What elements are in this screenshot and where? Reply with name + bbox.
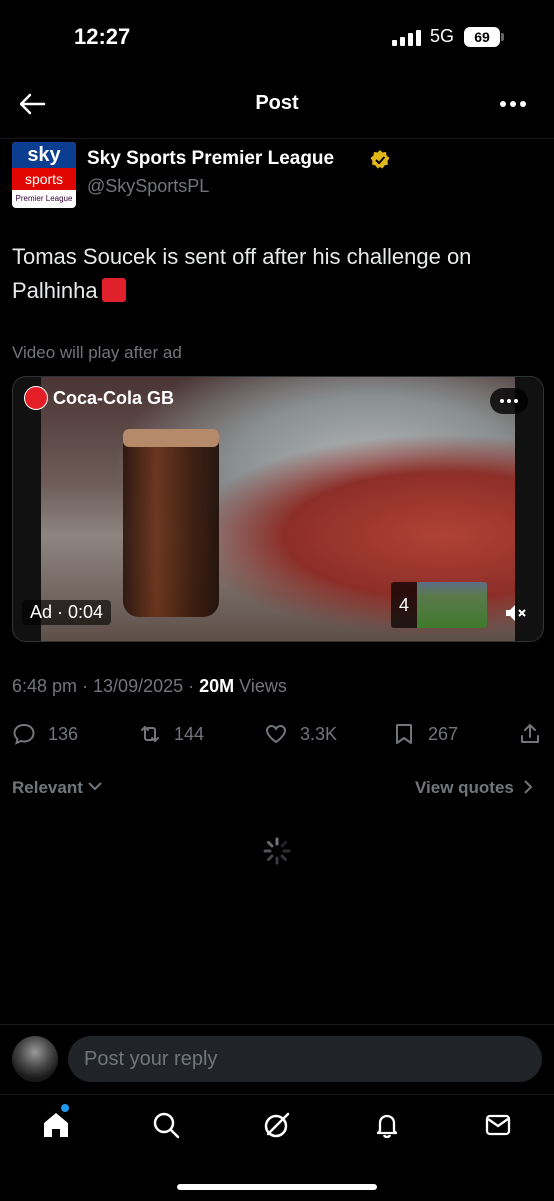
views-count: 20M [199, 676, 235, 696]
video-note: Video will play after ad [12, 343, 182, 362]
logo-league-text: Premier League [15, 194, 73, 203]
sort-relevant-button[interactable]: Relevant [12, 778, 102, 798]
author-avatar[interactable]: sky sports Premier League [12, 142, 76, 208]
next-video-thumbnail[interactable] [417, 582, 487, 628]
logo-sports-text: sports [12, 168, 76, 190]
like-button[interactable]: 3.3K [264, 718, 337, 750]
repost-count: 144 [174, 723, 205, 744]
views-label: Views [234, 676, 287, 696]
tweet-text: Tomas Soucek is sent off after his chall… [12, 240, 542, 308]
logo-sky-text: sky [12, 142, 76, 168]
battery-cap [501, 33, 504, 41]
share-icon [521, 724, 539, 743]
heart-icon [265, 724, 287, 744]
author-name[interactable]: Sky Sports Premier League [87, 148, 334, 170]
red-card-emoji-icon [101, 278, 126, 302]
home-icon[interactable] [41, 1110, 71, 1140]
next-video-count[interactable]: 4 [391, 582, 417, 628]
repost-button[interactable]: 144 [138, 718, 204, 750]
repost-icon [141, 725, 159, 743]
cola-glass-rim [123, 429, 219, 447]
tweet-text-content: Tomas Soucek is sent off after his chall… [12, 244, 472, 303]
cola-glass-image [123, 429, 219, 617]
sort-label: Relevant [12, 778, 83, 797]
reply-count: 136 [48, 723, 79, 744]
page-title: Post [255, 92, 299, 114]
like-count: 3.3K [300, 723, 338, 744]
reply-input[interactable]: Post your reply [68, 1036, 542, 1082]
search-icon[interactable] [151, 1110, 181, 1140]
video-more-icon[interactable] [490, 388, 528, 414]
notifications-icon[interactable] [372, 1110, 402, 1140]
grok-icon[interactable] [262, 1110, 292, 1140]
reply-icon [13, 723, 35, 745]
reply-button[interactable]: 136 [12, 718, 78, 750]
view-quotes-label: View quotes [415, 778, 514, 797]
chevron-right-icon [523, 780, 533, 794]
home-indicator[interactable] [177, 1184, 377, 1190]
signal-icon [392, 30, 421, 46]
sponsor-name[interactable]: Coca-Cola GB [53, 388, 174, 409]
loading-spinner-icon [263, 837, 291, 865]
network-label: 5G [430, 26, 455, 46]
bookmark-icon [396, 724, 412, 744]
sponsor-logo-icon [24, 386, 48, 410]
battery-icon: 69 [464, 27, 500, 47]
more-horizontal-icon[interactable] [498, 98, 528, 110]
action-bar: 136 144 3.3K 267 [12, 718, 542, 750]
mute-icon[interactable] [502, 600, 528, 626]
share-button[interactable] [518, 718, 542, 750]
verified-badge-icon [370, 150, 390, 169]
tweet-meta: 6:48 pm · 13/09/2025 · 20M Views [12, 676, 287, 697]
bookmark-count: 267 [428, 723, 459, 744]
bookmark-button[interactable]: 267 [392, 718, 458, 750]
status-time: 12:27 [74, 24, 131, 49]
view-quotes-link[interactable]: View quotes [415, 778, 533, 798]
user-avatar[interactable] [12, 1036, 58, 1082]
author-handle[interactable]: @SkySportsPL [87, 176, 209, 197]
home-notification-dot [61, 1104, 69, 1112]
ad-timer: Ad · 0:04 [22, 600, 112, 625]
messages-icon[interactable] [483, 1110, 513, 1140]
timestamp: 6:48 pm · 13/09/2025 · [12, 676, 200, 696]
chevron-down-icon [87, 782, 102, 791]
